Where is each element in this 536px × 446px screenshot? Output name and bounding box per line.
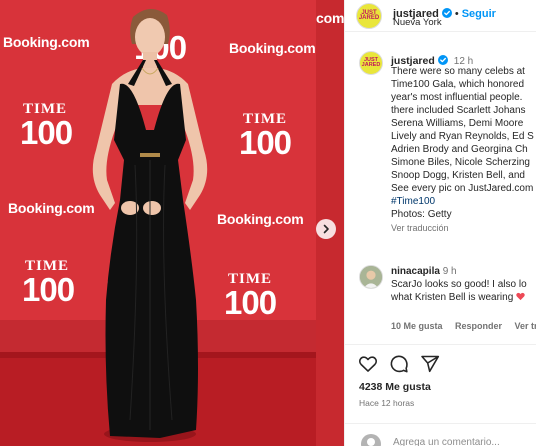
author-avatar[interactable]: JUST JARED	[356, 3, 382, 29]
comment-likes[interactable]: 10 Me gusta	[391, 321, 443, 331]
comment-author-line: ninacapila 9 h	[391, 266, 457, 277]
post-location[interactable]: Nueva York	[393, 17, 442, 28]
hashtag-link[interactable]: #Time100	[391, 195, 536, 208]
emoji-button[interactable]	[359, 432, 383, 446]
verified-badge-icon	[441, 8, 452, 18]
comment-username[interactable]: ninacapila	[391, 266, 440, 277]
comment-bubble-icon	[390, 355, 408, 373]
comment-meta-line: 10 Me gusta Responder Ver tra	[391, 316, 536, 334]
add-comment-input[interactable]: Agrega un comentario...	[393, 437, 500, 446]
caption-author-avatar[interactable]: JUST JARED	[359, 51, 383, 75]
caption-translate-button[interactable]: Ver traducción	[391, 222, 536, 235]
posted-time[interactable]: Hace 12 horas	[359, 398, 414, 408]
header-separator: •	[454, 8, 459, 20]
caption-text: There were so many celebs at Time100 Gal…	[391, 65, 536, 235]
verified-badge-icon	[437, 55, 448, 65]
post-sidebar: JUST JARED justjared • Seguir Nueva York JU…	[344, 0, 536, 446]
actions-divider	[345, 344, 536, 345]
comment-time-ago[interactable]: 9 h	[443, 266, 457, 277]
comment-text-line: ScarJo looks so good! I also lo	[391, 279, 527, 290]
likes-count[interactable]: 4238 Me gusta	[359, 381, 431, 393]
just-jared-logo: JUST JARED	[361, 57, 381, 68]
just-jared-logo: JUST JARED	[358, 9, 380, 21]
comment-translate-button[interactable]: Ver tra	[514, 321, 536, 331]
red-heart-emoji	[516, 292, 525, 301]
commenter-avatar[interactable]	[359, 265, 383, 289]
woman-figure	[92, 8, 208, 438]
post-header: JUST JARED justjared • Seguir Nueva York	[345, 0, 536, 32]
follow-button[interactable]: Seguir	[462, 8, 496, 20]
photo-credit: Photos: Getty	[391, 209, 452, 220]
chevron-right-icon	[323, 224, 329, 234]
heart-icon	[358, 356, 378, 372]
like-button[interactable]	[358, 354, 378, 379]
comment-button[interactable]	[389, 354, 409, 379]
share-button[interactable]	[420, 354, 440, 379]
commenter-photo	[360, 266, 382, 288]
emoji-icon	[361, 434, 381, 446]
post-photo[interactable]: Booking.com Booking.com com Booking.com …	[0, 0, 344, 446]
comment-text-line: what Kristen Bell is wearing	[391, 292, 525, 303]
paper-plane-icon	[421, 355, 440, 373]
add-comment-divider	[345, 423, 536, 424]
next-photo-button[interactable]	[316, 219, 336, 239]
instagram-post-modal: Booking.com Booking.com com Booking.com …	[0, 0, 536, 446]
comment-reply-button[interactable]: Responder	[455, 321, 502, 331]
